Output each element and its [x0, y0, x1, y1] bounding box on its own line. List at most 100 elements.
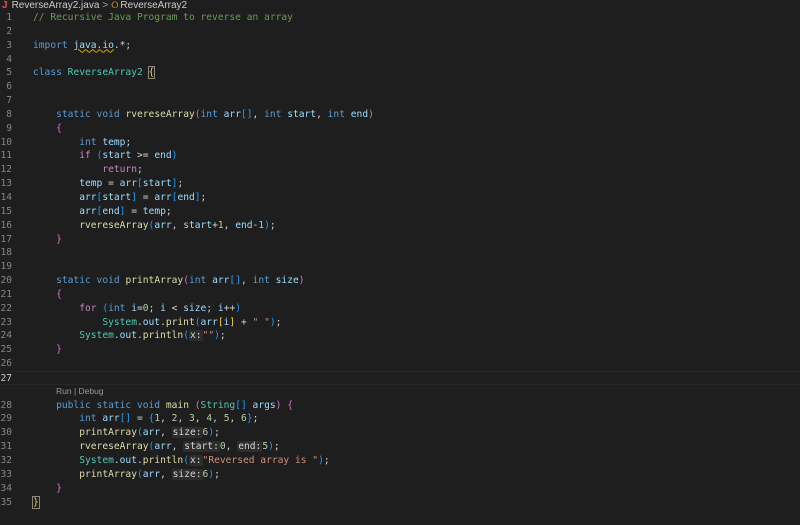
- line-number: 8: [6, 108, 12, 120]
- code-token: ): [368, 108, 374, 120]
- code-line[interactable]: 5 class ReverseArray2 {: [0, 66, 800, 80]
- code-line[interactable]: 3 import java.io.*;: [0, 39, 800, 53]
- code-token: ,: [177, 413, 190, 425]
- code-token: ,: [160, 413, 172, 425]
- code-line[interactable]: 16 rvereseArray(arr, start+1, end-1);: [0, 219, 800, 233]
- code-line[interactable]: 1 // Recursive Java Program to reverse an…: [0, 11, 800, 25]
- code-token: void: [96, 275, 120, 287]
- code-line[interactable]: 24 System.out.println(x:"");: [0, 329, 800, 343]
- code-token: println: [142, 455, 184, 466]
- line-number: 9: [6, 122, 12, 134]
- code-token: rvereseArray: [79, 441, 149, 453]
- code-line[interactable]: 12 return;: [0, 163, 800, 177]
- code-line[interactable]: 14 arr[start] = arr[end];: [0, 191, 800, 205]
- code-line[interactable]: 32 System.out.println(x:"Reversed array …: [0, 454, 800, 468]
- line-number: 1: [6, 12, 12, 23]
- code-text: }: [33, 343, 62, 357]
- code-line[interactable]: 18: [0, 246, 800, 260]
- line-number: 33: [0, 468, 12, 480]
- line-number: 20: [0, 275, 12, 287]
- code-token: end: [154, 150, 172, 162]
- code-token: System: [102, 316, 137, 328]
- code-line[interactable]: 33 printArray(arr, size:6);: [0, 468, 800, 482]
- line-number: 34: [0, 482, 12, 494]
- code-token: start:: [183, 441, 220, 453]
- code-token: start: [183, 219, 213, 231]
- code-line[interactable]: 9 {: [0, 122, 800, 136]
- code-text: return;: [33, 163, 142, 177]
- code-token: printArray: [79, 468, 137, 480]
- code-token: ,: [171, 441, 184, 453]
- breadcrumb-symbol[interactable]: ReverseArray2: [120, 0, 187, 11]
- code-line[interactable]: 15 arr[end] = temp;: [0, 205, 800, 219]
- code-token: ;: [165, 205, 172, 217]
- code-line[interactable]: 22 for (int i=0; i < size; i++): [0, 302, 800, 316]
- code-line[interactable]: 34 }: [0, 482, 800, 496]
- code-line[interactable]: 20 static void printArray(int arr[], int…: [0, 274, 800, 288]
- line-number: 5: [6, 67, 12, 79]
- code-token: temp: [102, 136, 126, 148]
- code-line[interactable]: 7: [0, 94, 800, 108]
- line-number: 23: [0, 316, 12, 328]
- code-token: size:: [171, 468, 203, 480]
- code-token: arr: [154, 191, 172, 203]
- code-token: arr: [142, 468, 161, 480]
- java-file-icon: J: [2, 0, 8, 11]
- code-line[interactable]: 8 static void rvereseArray(int arr[], in…: [0, 108, 800, 122]
- code-token: ,: [160, 468, 172, 480]
- code-text: {: [33, 288, 62, 302]
- code-line[interactable]: 27: [0, 370, 800, 385]
- code-token: ;: [269, 219, 276, 231]
- code-token: =: [131, 413, 149, 425]
- code-line[interactable]: 11 if (start >= end): [0, 149, 800, 163]
- code-editor[interactable]: 1 // Recursive Java Program to reverse an…: [0, 11, 800, 509]
- code-line[interactable]: 29 int arr[] = {1, 2, 3, 4, 5, 6};: [0, 412, 800, 426]
- code-token: size:: [171, 427, 203, 439]
- code-line[interactable]: 23 System.out.print(arr[i] + " ");: [0, 316, 800, 330]
- code-token: arr: [142, 427, 161, 439]
- code-line[interactable]: 26: [0, 357, 800, 371]
- line-number: 35: [0, 496, 12, 508]
- code-token: ReverseArray2: [67, 67, 143, 79]
- code-line[interactable]: 30 printArray(arr, size:6);: [0, 426, 800, 440]
- codelens-label[interactable]: Run | Debug: [56, 385, 104, 399]
- code-line[interactable]: 13 temp = arr[start];: [0, 177, 800, 191]
- codelens-run-debug[interactable]: Run | Debug: [0, 385, 800, 399]
- line-number: 7: [6, 95, 12, 107]
- code-token: static: [96, 399, 132, 411]
- code-text: class ReverseArray2 {: [33, 66, 156, 80]
- code-token: }: [32, 495, 40, 509]
- code-line[interactable]: 4: [0, 53, 800, 67]
- code-line[interactable]: 21 {: [0, 288, 800, 302]
- code-token: arr: [223, 108, 241, 120]
- code-line[interactable]: 17 }: [0, 233, 800, 247]
- code-line[interactable]: 28 public static void main (String[] arg…: [0, 399, 800, 413]
- line-number: 19: [0, 261, 12, 273]
- code-text: System.out.print(arr[i] + " ");: [33, 316, 281, 330]
- line-number: 2: [6, 25, 12, 37]
- code-line[interactable]: 35}: [0, 495, 800, 510]
- code-line[interactable]: 19: [0, 260, 800, 274]
- code-line[interactable]: 10 int temp;: [0, 136, 800, 150]
- code-line[interactable]: 25 }: [0, 343, 800, 357]
- code-token: int: [79, 413, 97, 425]
- code-token: ;: [206, 302, 218, 314]
- code-line[interactable]: 6: [0, 80, 800, 94]
- code-line[interactable]: 31 rvereseArray(arr, start:0, end:5);: [0, 440, 800, 454]
- code-token: ;: [125, 136, 132, 148]
- code-text: arr[start] = arr[end];: [33, 191, 206, 205]
- code-token: []: [235, 399, 247, 411]
- code-token: static: [56, 275, 91, 287]
- code-token: size: [275, 275, 299, 287]
- code-line[interactable]: 2: [0, 25, 800, 39]
- code-token: int: [108, 302, 126, 314]
- line-number: 29: [0, 413, 12, 425]
- breadcrumb-file[interactable]: ReverseArray2.java: [12, 0, 100, 11]
